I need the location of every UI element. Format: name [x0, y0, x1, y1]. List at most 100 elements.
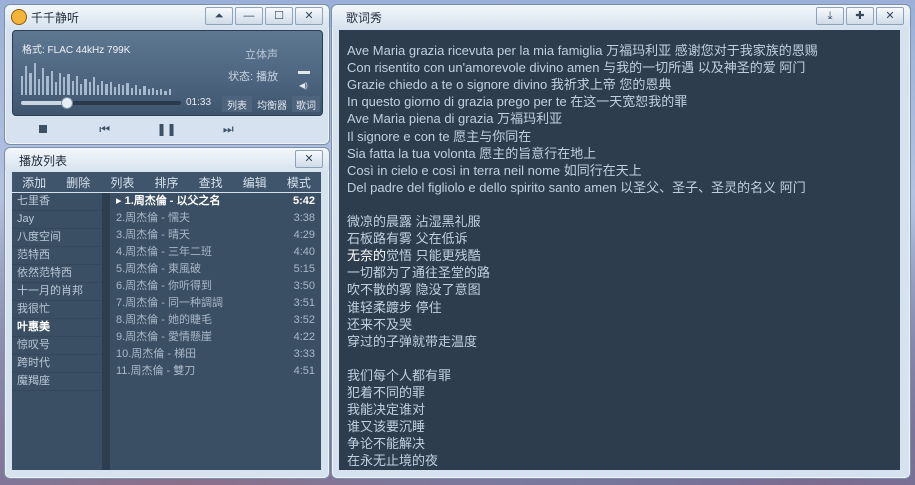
spectrum-bar — [92, 77, 95, 95]
list-panel: 七里香 Jay 八度空间 范特西 依然范特西 十一月的肖邦 我很忙 叶惠美 惊叹号 跨时代 魔羯座 — [12, 193, 102, 470]
song-row[interactable]: 11.周杰倫 - 雙刀 4:51 — [110, 363, 321, 380]
menu-sort[interactable]: 排序 — [154, 174, 178, 191]
song-row[interactable]: ▸ 1.周杰倫 - 以父之名 5:42 — [110, 193, 321, 210]
song-duration: 4:22 — [293, 331, 315, 343]
spectrum-bar — [46, 76, 49, 95]
spectrum-visualizer — [21, 61, 171, 95]
lyric-line: 穿过的子弹就带走温度 — [347, 333, 478, 349]
equalizer-toggle-button[interactable]: 均衡器 — [254, 96, 290, 112]
app-title: 千千静听 — [31, 11, 80, 25]
spectrum-bar — [96, 85, 100, 95]
spectrum-bar — [126, 83, 129, 95]
spectrum-bar — [33, 63, 36, 95]
spectrum-bar — [58, 73, 62, 95]
song-title: 4.周杰倫 - 三年二班 — [116, 246, 212, 258]
menu-find[interactable]: 查找 — [199, 174, 223, 191]
song-row[interactable]: 6.周杰倫 - 你听得到 3:50 — [110, 278, 321, 295]
spectrum-bar — [75, 76, 79, 95]
lyrics-titlebar[interactable]: 歌词秀 ⤓ ✚ ✕ — [332, 5, 910, 27]
song-row[interactable]: 4.周杰倫 - 三年二班 4:40 — [110, 244, 321, 261]
spectrum-bar — [160, 89, 163, 95]
restore-button[interactable]: ☐ — [265, 7, 293, 25]
song-row[interactable]: 3.周杰倫 - 晴天 4:29 — [110, 227, 321, 244]
progress-knob[interactable] — [61, 97, 73, 109]
lyrics-close-button[interactable]: ✕ — [876, 7, 904, 25]
playlist-close-button[interactable]: ✕ — [295, 150, 323, 168]
list-item[interactable]: 叶惠美 — [12, 319, 102, 337]
stop-icon — [38, 125, 47, 133]
list-item[interactable]: 依然范特西 — [12, 265, 102, 283]
spectrum-bar — [122, 85, 125, 95]
list-item[interactable]: 七里香 — [12, 193, 102, 211]
list-item[interactable]: 跨时代 — [12, 355, 102, 373]
spectrum-bar — [143, 86, 146, 95]
menu-mode[interactable]: 模式 — [287, 174, 311, 191]
spectrum-bar — [63, 77, 66, 95]
player-titlebar[interactable]: 千千静听 ⏶ — ☐ ✕ — [5, 5, 329, 27]
format-info: 格式: FLAC 44kHz 799K — [22, 45, 131, 56]
song-duration: 3:52 — [293, 314, 315, 326]
spectrum-bar — [80, 84, 83, 95]
progress-fill — [21, 101, 66, 105]
list-item[interactable]: Jay — [12, 211, 102, 229]
song-row[interactable]: 2.周杰倫 - 懦夫 3:38 — [110, 210, 321, 227]
lyrics-toggle-button[interactable]: 歌词 — [292, 96, 320, 112]
spectrum-bar — [105, 84, 108, 95]
list-item[interactable]: 惊叹号 — [12, 337, 102, 355]
song-row[interactable]: 8.周杰倫 - 她的睫毛 3:52 — [110, 312, 321, 329]
close-button[interactable]: ✕ — [295, 7, 323, 25]
spectrum-bar — [118, 84, 121, 95]
list-item[interactable]: 十一月的肖邦 — [12, 283, 102, 301]
song-title: 6.周杰倫 - 你听得到 — [116, 280, 212, 292]
spectrum-bar — [21, 76, 24, 95]
song-title: ▸ 1.周杰倫 - 以父之名 — [116, 195, 221, 207]
spectrum-bar — [156, 90, 159, 95]
menu-delete[interactable]: 删除 — [66, 174, 90, 191]
lyrics-pin-button[interactable]: ✚ — [846, 7, 874, 25]
song-duration: 5:15 — [293, 263, 315, 275]
spectrum-bar — [151, 88, 154, 95]
spectrum-bar — [71, 81, 74, 95]
lyric-line: 在永无止境的夜 — [347, 453, 439, 469]
song-title: 9.周杰倫 - 愛情懸崖 — [116, 331, 212, 343]
lyrics-download-button[interactable]: ⤓ — [816, 7, 844, 25]
song-row[interactable]: 10.周杰倫 - 梯田 3:33 — [110, 346, 321, 363]
playlist-titlebar[interactable]: 播放列表 ✕ — [5, 148, 329, 170]
song-duration: 5:42 — [292, 195, 315, 207]
mini-mode-button[interactable]: ⏶ — [205, 7, 233, 25]
spectrum-bar — [54, 82, 57, 95]
song-duration: 3:51 — [293, 297, 315, 309]
spectrum-bar — [67, 74, 70, 95]
song-title: 7.周杰倫 - 同一种調調 — [116, 297, 223, 309]
volume-bar[interactable] — [298, 71, 310, 74]
list-item[interactable]: 魔羯座 — [12, 373, 102, 391]
open-button[interactable] — [259, 117, 321, 141]
list-item[interactable]: 八度空间 — [12, 229, 102, 247]
menu-list[interactable]: 列表 — [110, 174, 134, 191]
play-status: 状态: 播放 — [228, 71, 279, 83]
song-title: 11.周杰倫 - 雙刀 — [116, 365, 196, 377]
song-title: 8.周杰倫 - 她的睫毛 — [116, 314, 212, 326]
playback-controls: ⏮ ❚❚ ⏭ — [12, 117, 321, 141]
menu-edit[interactable]: 编辑 — [243, 174, 267, 191]
song-row[interactable]: 7.周杰倫 - 同一种調調 3:51 — [110, 295, 321, 312]
next-button[interactable]: ⏭ — [197, 117, 259, 141]
stop-button[interactable] — [12, 117, 74, 141]
pause-icon: ❚❚ — [156, 122, 177, 136]
volume-icon: ◀) — [299, 81, 308, 90]
minimize-button[interactable]: — — [235, 7, 263, 25]
playlist-toggle-button[interactable]: 列表 — [222, 96, 252, 112]
list-item[interactable]: 范特西 — [12, 247, 102, 265]
menu-add[interactable]: 添加 — [22, 174, 46, 191]
song-row[interactable]: 9.周杰倫 - 愛情懸崖 4:22 — [110, 329, 321, 346]
spectrum-bar — [84, 79, 87, 95]
song-title: 5.周杰倫 - 東風破 — [116, 263, 201, 275]
previous-button[interactable]: ⏮ — [74, 117, 136, 141]
song-row[interactable]: 5.周杰倫 - 東風破 5:15 — [110, 261, 321, 278]
spectrum-bar — [164, 91, 167, 95]
list-item[interactable]: 我很忙 — [12, 301, 102, 319]
progress-slider[interactable] — [21, 97, 181, 109]
spectrum-bar — [168, 89, 171, 95]
panel-divider[interactable] — [102, 193, 110, 470]
pause-button[interactable]: ❚❚ — [136, 117, 198, 141]
